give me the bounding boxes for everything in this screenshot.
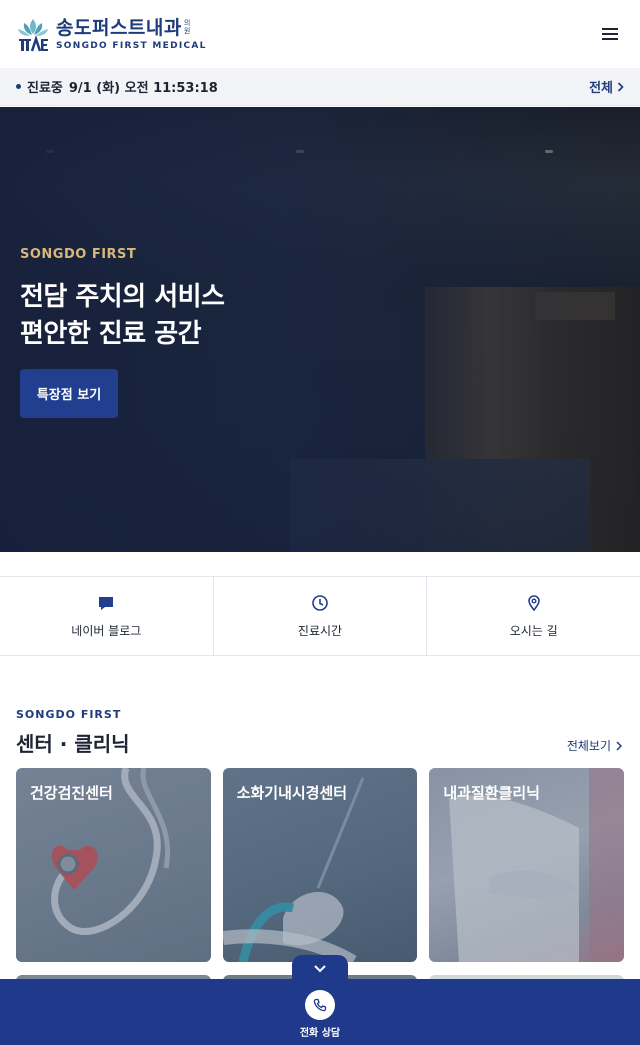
hero-eyebrow: SONGDO FIRST [20,247,137,262]
logo[interactable]: 송도퍼스트내과 의원 SONGDO FIRST MEDICAL [16,15,207,53]
bottom-contact-bar: 전화 상담 [0,979,640,1045]
chevron-right-icon [617,81,624,92]
status-all-label: 전체 [589,81,613,96]
quick-item-directions[interactable]: 오시는 길 [427,577,640,655]
phone-call-button[interactable] [305,989,335,1020]
clock-icon [312,594,328,611]
hero-title: 전담 주치의 서비스 편안한 진료 공간 [20,279,225,353]
hamburger-menu-icon [602,28,618,30]
section-eyebrow: SONGDO FIRST [16,708,122,721]
card-label: 내과질환클리닉 [443,784,540,802]
clinic-cards: 건강검진센터 소화기내시경센터 내과질환클리닉 [16,768,625,962]
status-all-link[interactable]: 전체 [589,77,624,96]
clinic-status-text: 진료중 [27,81,63,96]
quick-item-label: 오시는 길 [509,623,558,638]
card-label: 건강검진센터 [30,784,113,802]
chevron-right-icon [616,740,622,751]
view-all-link[interactable]: 전체보기 [567,737,622,754]
quick-item-hours[interactable]: 진료시간 [214,577,428,655]
hamburger-menu-button[interactable] [596,20,624,48]
card-endoscopy[interactable]: 소화기내시경센터 [222,768,418,962]
view-all-label: 전체보기 [566,739,611,753]
collapse-bottom-bar-button[interactable] [292,955,348,981]
quick-item-naver-blog[interactable]: 네이버 블로그 [0,577,214,655]
phone-call-label: 전화 상담 [299,1027,341,1039]
phone-icon [313,998,327,1011]
site-header: 송도퍼스트내과 의원 SONGDO FIRST MEDICAL [0,0,640,68]
features-button[interactable]: 특장점 보기 [20,369,118,418]
hero-title-line-2: 편안한 진료 공간 [20,319,202,349]
logo-korean-suffix: 의원 [183,19,191,35]
quick-menu: 네이버 블로그 진료시간 오시는 길 [0,576,640,656]
card-internal-medicine[interactable]: 내과질환클리닉 [429,768,625,962]
current-datetime: 9/1 (화) 오전 11:53:18 [68,81,218,96]
card-health-checkup[interactable]: 건강검진센터 [16,768,211,962]
chevron-down-icon [314,964,326,972]
quick-item-label: 네이버 블로그 [71,623,142,638]
clinic-status-bar: 진료중 9/1 (화) 오전 11:53:18 전체 [0,68,640,106]
logo-korean-name: 송도퍼스트내과 [56,17,182,39]
logo-leaf-icon [18,19,48,52]
section-title: 센터 · 클리닉 [16,732,130,756]
logo-english-name: SONGDO FIRST MEDICAL [56,41,207,51]
chat-bubble-icon [99,596,114,610]
card-label: 소화기내시경센터 [236,784,348,802]
map-pin-icon [527,594,540,611]
status-dot-icon [16,84,21,89]
quick-item-label: 진료시간 [297,623,343,638]
hero-title-line-1: 전담 주치의 서비스 [20,282,225,312]
hero-banner: SONGDO FIRST 전담 주치의 서비스 편안한 진료 공간 특장점 보기 [0,107,640,552]
